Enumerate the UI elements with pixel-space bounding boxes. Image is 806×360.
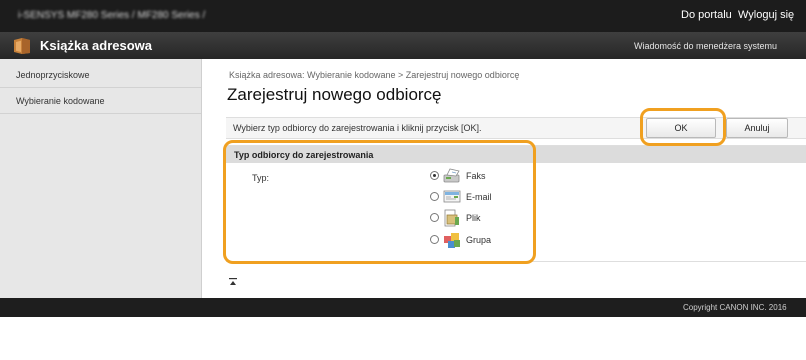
section-header: Typ odbiorcy do zarejestrowania [226, 146, 806, 163]
title-bar: Książka adresowa Wiadomość do menedżera … [0, 32, 806, 59]
option-group[interactable]: Grupa [430, 231, 570, 249]
portal-link[interactable]: Do portalu [681, 9, 732, 21]
sidebar-item-one-touch[interactable]: Jednoprzyciskowe [0, 63, 201, 88]
option-file[interactable]: Plik [430, 209, 570, 227]
section-title: Typ odbiorcy do zarejestrowania [234, 150, 374, 160]
ok-button[interactable]: OK [646, 118, 716, 138]
group-icon [444, 233, 460, 248]
breadcrumb: Książka adresowa: Wybieranie kodowane > … [229, 70, 520, 80]
option-label: Plik [466, 213, 481, 223]
sidebar-item-coded-dial[interactable]: Wybieranie kodowane [0, 89, 201, 114]
address-book-icon [14, 38, 30, 54]
option-label: Faks [466, 171, 486, 181]
sidebar: Jednoprzyciskowe Wybieranie kodowane [0, 59, 202, 298]
instruction-text: Wybierz typ odbiorcy do zarejestrowania … [233, 123, 482, 133]
option-label: E-mail [466, 192, 492, 202]
device-info: i-SENSYS MF280 Series / MF280 Series / [18, 10, 206, 21]
option-email[interactable]: E-mail [430, 188, 570, 206]
cancel-button[interactable]: Anuluj [726, 118, 788, 138]
instruction-bar: Wybierz typ odbiorcy do zarejestrowania … [226, 117, 806, 139]
file-icon [444, 209, 459, 227]
option-label: Grupa [466, 235, 492, 245]
app-title: Książka adresowa [40, 38, 153, 53]
file-radio[interactable] [430, 213, 439, 222]
option-fax[interactable]: Faks [430, 167, 570, 185]
email-radio[interactable] [430, 192, 439, 201]
fax-radio[interactable] [430, 171, 439, 180]
top-bar: i-SENSYS MF280 Series / MF280 Series / D… [0, 0, 806, 32]
page-title: Zarejestruj nowego odbiorcę [227, 85, 442, 104]
group-radio[interactable] [430, 235, 439, 244]
message-to-admin-link[interactable]: Wiadomość do menedżera systemu [634, 41, 777, 51]
logout-link[interactable]: Wyloguj się [738, 9, 794, 21]
back-to-top-icon[interactable] [229, 278, 237, 286]
email-icon [443, 190, 461, 203]
copyright-text: Copyright CANON INC. 2016 [683, 303, 787, 312]
type-label: Typ: [252, 173, 270, 183]
main-content: Książka adresowa: Wybieranie kodowane > … [202, 59, 806, 298]
footer: Copyright CANON INC. 2016 [0, 298, 806, 317]
fax-icon [443, 168, 460, 183]
recipient-type-section: Typ odbiorcy do zarejestrowania Typ: Fak… [226, 145, 806, 262]
